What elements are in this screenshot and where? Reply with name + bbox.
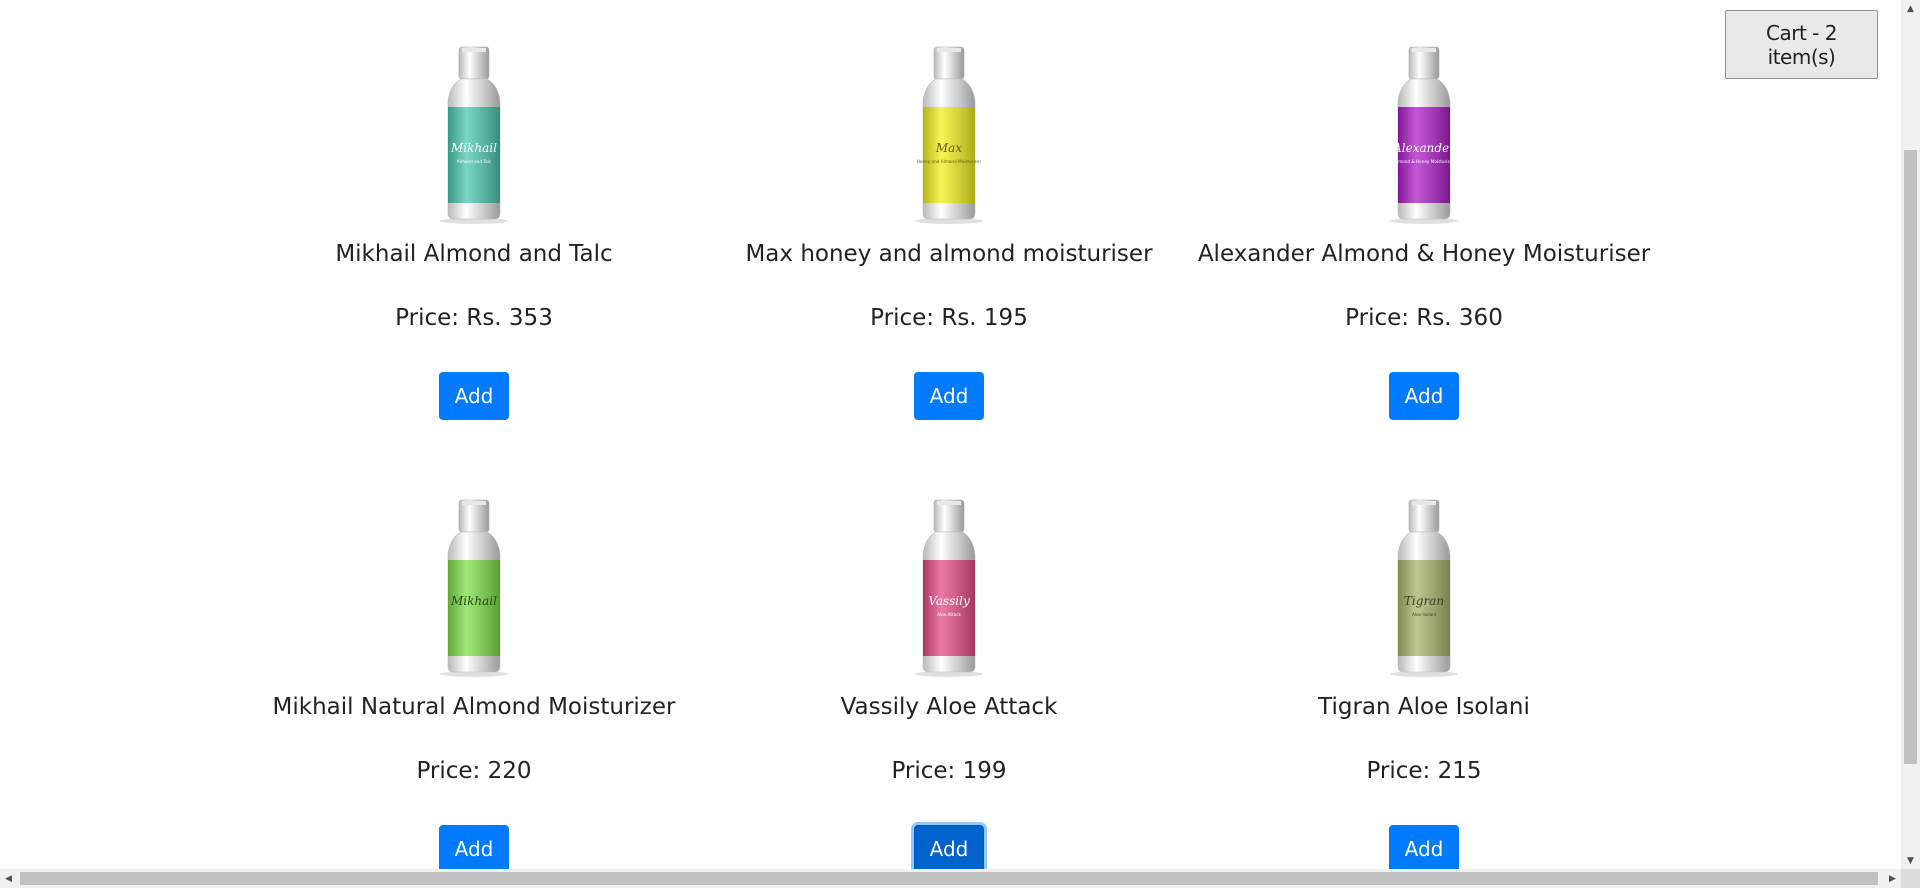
scrollbar-corner <box>1901 869 1920 888</box>
vertical-scrollbar[interactable]: ▲ ▼ <box>1901 0 1920 869</box>
vertical-scrollbar-thumb[interactable] <box>1904 150 1917 764</box>
scroll-down-arrow-icon[interactable]: ▼ <box>1901 852 1920 869</box>
product-name: Mikhail Almond and Talc <box>335 241 613 267</box>
add-to-cart-button[interactable]: Add <box>914 825 984 869</box>
svg-text:Max: Max <box>935 141 962 155</box>
product-bottle-image: Max Honey and Almond Moisturiser <box>915 46 983 224</box>
scroll-left-arrow-icon[interactable]: ◀ <box>0 869 17 888</box>
product-price: Price: Rs. 353 <box>395 305 553 331</box>
svg-text:Mikhail: Mikhail <box>450 594 497 608</box>
svg-text:Vassily: Vassily <box>928 594 970 608</box>
horizontal-scrollbar-thumb[interactable] <box>20 872 1878 885</box>
scroll-up-arrow-icon[interactable]: ▲ <box>1901 0 1920 17</box>
product-name: Mikhail Natural Almond Moisturizer <box>272 694 676 720</box>
product-price: Price: 199 <box>891 758 1007 784</box>
cart-button[interactable]: Cart - 2 item(s) <box>1725 10 1878 79</box>
product-bottle-image: Vassily Aloe Attack <box>915 499 983 677</box>
svg-text:Aloe Isolani: Aloe Isolani <box>1412 612 1436 617</box>
add-to-cart-button[interactable]: Add <box>439 372 509 420</box>
svg-text:Tigran: Tigran <box>1404 594 1444 608</box>
product-price: Price: Rs. 195 <box>870 305 1028 331</box>
product-bottle-image: Alexander Almond & Honey Moisturiser <box>1390 46 1458 224</box>
product-name: Max honey and almond moisturiser <box>745 241 1153 267</box>
product-bottle-image: Tigran Aloe Isolani <box>1390 499 1458 677</box>
product-name: Vassily Aloe Attack <box>840 694 1058 720</box>
product-price: Price: 220 <box>416 758 532 784</box>
product-bottle-image: Mikhail <box>440 499 508 677</box>
add-to-cart-button[interactable]: Add <box>439 825 509 869</box>
svg-text:Aloe Attack: Aloe Attack <box>937 612 961 617</box>
product-name: Tigran Aloe Isolani <box>1318 694 1530 720</box>
svg-text:Mikhail: Mikhail <box>450 141 497 155</box>
product-price: Price: Rs. 360 <box>1345 305 1503 331</box>
horizontal-scrollbar[interactable]: ◀ ▶ <box>0 869 1901 888</box>
product-bottle-image: Mikhail Almond and Talc <box>440 46 508 224</box>
page-viewport: Cart - 2 item(s) Mikhail Almond and Talc … <box>0 0 1901 869</box>
product-price: Price: 215 <box>1366 758 1482 784</box>
svg-text:Almond and Talc: Almond and Talc <box>457 159 492 164</box>
svg-text:Honey and Almond Moisturiser: Honey and Almond Moisturiser <box>917 159 982 164</box>
scroll-right-arrow-icon[interactable]: ▶ <box>1884 869 1901 888</box>
add-to-cart-button[interactable]: Add <box>914 372 984 420</box>
svg-text:Alexander: Alexander <box>1392 141 1456 155</box>
add-to-cart-button[interactable]: Add <box>1389 825 1459 869</box>
product-name: Alexander Almond & Honey Moisturiser <box>1197 241 1651 267</box>
add-to-cart-button[interactable]: Add <box>1389 372 1459 420</box>
svg-text:Almond & Honey Moisturiser: Almond & Honey Moisturiser <box>1394 159 1454 164</box>
